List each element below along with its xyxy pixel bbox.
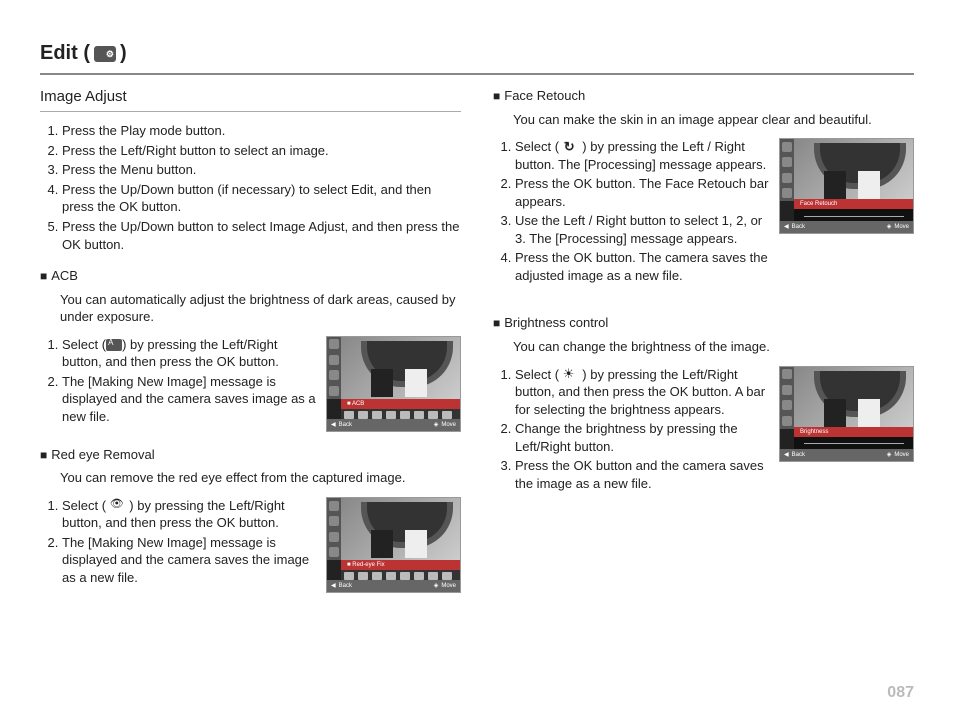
face-description: You can make the skin in an image appear… (493, 111, 914, 129)
intro-step: Press the Play mode button. (62, 122, 461, 140)
page-title: Edit ( ) (40, 40, 914, 75)
face-step: Press the OK button. The Face Retouch ba… (515, 175, 771, 210)
redeye-step: Select ( ) by pressing the Left/Right bu… (62, 497, 318, 532)
left-column: Image Adjust Press the Play mode button.… (40, 87, 461, 603)
screen-side-icons (327, 337, 341, 399)
square-bullet-icon: ■ (40, 269, 47, 283)
intro-step: Press the Left/Right button to select an… (62, 142, 461, 160)
screen-photo (794, 367, 913, 429)
redeye-steps: Select ( ) by pressing the Left/Right bu… (40, 497, 318, 589)
screen-bottom-bar: ◀ Back ◈ Move (327, 580, 460, 592)
screen-mode-label: ■ ACB (341, 399, 460, 409)
intro-steps-list: Press the Play mode button. Press the Le… (40, 122, 461, 253)
face-retouch-icon (563, 142, 579, 154)
brightness-screen-preview: Brightness ◀ Back ◈ Move (779, 366, 914, 462)
title-prefix: Edit ( (40, 40, 90, 67)
screen-move-label: ◈ Move (887, 223, 909, 231)
screen-move-label: ◈ Move (887, 451, 909, 459)
image-adjust-heading: Image Adjust (40, 87, 461, 112)
acb-screen-preview: ■ ACB ◀ Back ◈ Move (326, 336, 461, 432)
brightness-description: You can change the brightness of the ima… (493, 338, 914, 356)
acb-steps: Select () by pressing the Left/Right but… (40, 336, 318, 428)
face-step: Use the Left / Right button to select 1,… (515, 212, 771, 247)
screen-move-label: ◈ Move (434, 421, 456, 429)
redeye-icon (110, 500, 126, 512)
square-bullet-icon: ■ (40, 448, 47, 462)
brightness-step: Select ( ) by pressing the Left/Right bu… (515, 366, 771, 419)
screen-bottom-bar: ◀ Back ◈ Move (780, 221, 913, 233)
screen-bottom-bar: ◀ Back ◈ Move (327, 419, 460, 431)
brightness-step: Press the OK button and the camera saves… (515, 457, 771, 492)
screen-back-label: ◀ Back (331, 421, 352, 429)
face-steps: Select ( ) by pressing the Left / Right … (493, 138, 771, 286)
screen-back-label: ◀ Back (784, 451, 805, 459)
acb-heading: ■ACB (40, 267, 461, 285)
intro-step: Press the Menu button. (62, 161, 461, 179)
brightness-block: Select ( ) by pressing the Left/Right bu… (493, 366, 914, 495)
intro-step: Press the Up/Down button to select Image… (62, 218, 461, 253)
face-block: Select ( ) by pressing the Left / Right … (493, 138, 914, 286)
edit-mode-icon (94, 46, 116, 62)
acb-step: The [Making New Image] message is displa… (62, 373, 318, 426)
face-screen-preview: Face Retouch ◀ Back ◈ Move (779, 138, 914, 234)
face-step: Select ( ) by pressing the Left / Right … (515, 138, 771, 173)
screen-side-icons (780, 139, 794, 201)
screen-back-label: ◀ Back (331, 582, 352, 590)
screen-mode-label: Brightness (794, 427, 913, 437)
screen-side-icons (327, 498, 341, 560)
acb-step: Select () by pressing the Left/Right but… (62, 336, 318, 371)
brightness-steps: Select ( ) by pressing the Left/Right bu… (493, 366, 771, 495)
square-bullet-icon: ■ (493, 316, 500, 330)
screen-photo (794, 139, 913, 201)
acb-icon (106, 339, 122, 351)
screen-mode-label: Face Retouch (794, 199, 913, 209)
face-heading: ■Face Retouch (493, 87, 914, 105)
acb-block: Select () by pressing the Left/Right but… (40, 336, 461, 432)
right-column: ■Face Retouch You can make the skin in a… (493, 87, 914, 603)
face-step: Press the OK button. The camera saves th… (515, 249, 771, 284)
screen-bottom-bar: ◀ Back ◈ Move (780, 449, 913, 461)
square-bullet-icon: ■ (493, 89, 500, 103)
brightness-icon (563, 369, 579, 381)
acb-description: You can automatically adjust the brightn… (40, 291, 461, 326)
intro-step: Press the Up/Down button (if necessary) … (62, 181, 461, 216)
page-number: 087 (887, 682, 914, 704)
screen-side-icons (780, 367, 794, 429)
redeye-block: Select ( ) by pressing the Left/Right bu… (40, 497, 461, 593)
screen-mode-label: ■ Red-eye Fix (341, 560, 460, 570)
redeye-screen-preview: ■ Red-eye Fix ◀ Back ◈ Move (326, 497, 461, 593)
brightness-step: Change the brightness by pressing the Le… (515, 420, 771, 455)
content-columns: Image Adjust Press the Play mode button.… (40, 87, 914, 603)
screen-photo (341, 337, 460, 399)
title-suffix: ) (120, 40, 127, 67)
redeye-description: You can remove the red eye effect from t… (40, 469, 461, 487)
brightness-heading: ■Brightness control (493, 314, 914, 332)
redeye-step: The [Making New Image] message is displa… (62, 534, 318, 587)
screen-photo (341, 498, 460, 560)
screen-move-label: ◈ Move (434, 582, 456, 590)
redeye-heading: ■Red eye Removal (40, 446, 461, 464)
screen-back-label: ◀ Back (784, 223, 805, 231)
